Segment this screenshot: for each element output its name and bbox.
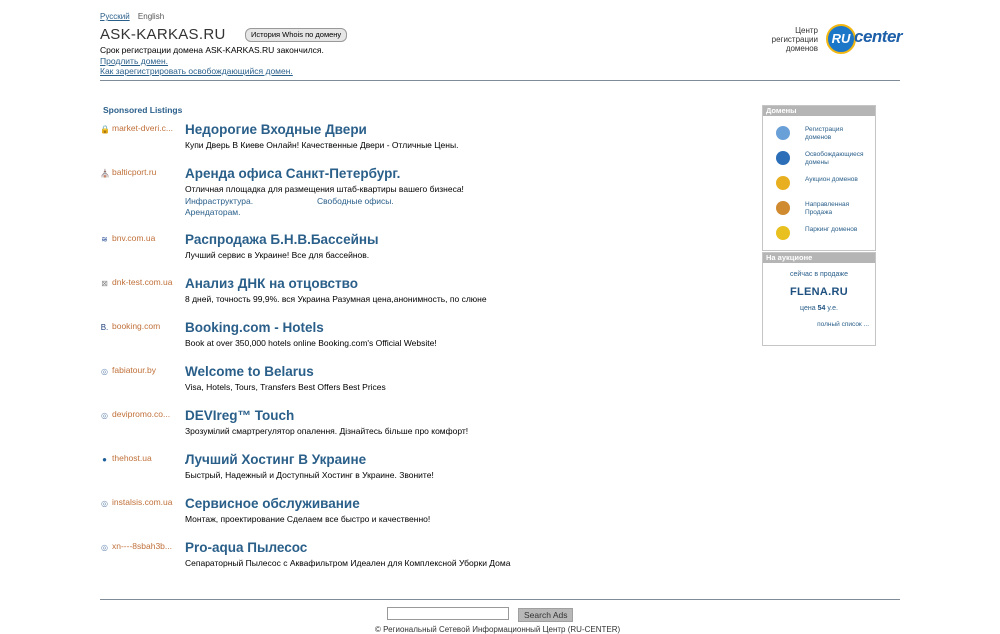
favicon-icon: B.	[100, 323, 109, 332]
listing-item: ≋ bnv.com.ua Распродажа Б.Н.В.Бассейны Лучш…	[100, 230, 700, 274]
listing-title-link[interactable]: Аренда офиса Санкт-Петербург.	[185, 166, 400, 181]
domains-box: Домены Регистрация доменов Освобождающиеся…	[762, 105, 876, 251]
listing-source[interactable]: ◎ devipromo.co...	[100, 409, 182, 420]
domains-menu-label: Аукцион доменов	[805, 176, 858, 183]
listing-title-link[interactable]: Анализ ДНК на отцовство	[185, 276, 358, 291]
domains-menu-item[interactable]: Освобождающиеся домены	[763, 145, 875, 170]
ru-center-logo[interactable]: Центр регистрации доменов RU center	[760, 22, 903, 60]
domains-box-title: Домены	[763, 106, 875, 116]
logo-caption: Центр регистрации доменов	[771, 26, 818, 53]
listing-title-link[interactable]: Welcome to Belarus	[185, 364, 314, 379]
renew-domain-link[interactable]: Продлить домен.	[100, 56, 168, 66]
register-globe-icon	[776, 126, 790, 140]
listing-description: Отличная площадка для размещения штаб-кв…	[185, 184, 464, 194]
listing-source[interactable]: ◎ xn----8sbah3b...	[100, 541, 182, 552]
domains-menu-label: Освобождающиеся домены	[805, 151, 864, 166]
listing-description: Быстрый, Надежный и Доступный Хостинг в …	[185, 470, 434, 480]
listing-item: ● thehost.ua Лучший Хостинг В Украине Быстр…	[100, 450, 700, 494]
listing-title-link[interactable]: Booking.com - Hotels	[185, 320, 324, 335]
listing-title-link[interactable]: Pro-aqua Пылесос	[185, 540, 307, 555]
listing-item: B. booking.com Booking.com - Hotels Book at…	[100, 318, 700, 362]
listing-source[interactable]: 🔒 market-dveri.c...	[100, 123, 182, 134]
listing-item: ⊠ dnk-test.com.ua Анализ ДНК на отцовство 8…	[100, 274, 700, 318]
listing-source[interactable]: ≋ bnv.com.ua	[100, 233, 182, 244]
listing-source[interactable]: ◎ fabiatour.by	[100, 365, 182, 376]
listing-source[interactable]: ◎ instalsis.com.ua	[100, 497, 182, 508]
listing-title-link[interactable]: Распродажа Б.Н.В.Бассейны	[185, 232, 379, 247]
favicon-icon: ◎	[101, 367, 108, 376]
domain-title: ASK-KARKAS.RU	[100, 26, 226, 43]
listing-item: ◎ fabiatour.by Welcome to Belarus Visa, Hot…	[100, 362, 700, 406]
direct-sale-icon	[776, 201, 790, 215]
lang-ru-link[interactable]: Русский	[100, 12, 130, 21]
auction-price-value: 54	[817, 305, 826, 312]
listing-item: ◎ xn----8sbah3b... Pro-aqua Пылесос Сепарат…	[100, 538, 700, 582]
listing-title-link[interactable]: DEVIreg™ Touch	[185, 408, 294, 423]
auction-coin-icon	[776, 176, 790, 190]
listing-description: Сепараторный Пылесос с Аквафильтром Идеа…	[185, 558, 511, 568]
parking-icon	[776, 226, 790, 240]
domains-menu-item[interactable]: Направленная Продажа	[763, 195, 875, 220]
listing-sublinks: Инфраструктура. Свободные офисы. Арендатор…	[185, 196, 394, 218]
lang-en-link[interactable]: English	[138, 12, 164, 21]
auction-price: цена 54 у.е.	[800, 305, 838, 312]
listing-source[interactable]: ⛪ balticport.ru	[100, 167, 182, 178]
language-switcher: Русский English	[100, 12, 170, 21]
favicon-icon: ⊠	[101, 279, 108, 288]
listing-description: Visa, Hotels, Tours, Transfers Best Offe…	[185, 382, 386, 392]
sublink[interactable]: Свободные офисы.	[317, 196, 394, 206]
favicon-icon: 🔒	[100, 125, 110, 134]
auction-now-label: сейчас в продаже	[790, 271, 848, 278]
page: Русский English ASK-KARKAS.RU История Wh…	[100, 0, 903, 634]
favicon-icon: ≋	[101, 235, 108, 244]
search-ads-input[interactable]	[387, 607, 509, 620]
ru-wings-icon	[776, 151, 790, 165]
listing-description: Book at over 350,000 hotels online Booki…	[185, 338, 437, 348]
listing-title-link[interactable]: Недорогие Входные Двери	[185, 122, 367, 137]
domains-menu-item[interactable]: Аукцион доменов	[763, 170, 875, 195]
sponsored-listings: 🔒 market-dveri.c... Недорогие Входные Двер…	[100, 120, 700, 582]
favicon-icon: ⛪	[100, 169, 110, 178]
domains-menu-item[interactable]: Паркинг доменов	[763, 220, 875, 245]
search-ads-button[interactable]: Search Ads	[518, 608, 574, 622]
listing-description: 8 дней, точность 99,9%. вся Украина Разу…	[185, 294, 487, 304]
listing-item: ⛪ balticport.ru Аренда офиса Санкт-Петербу…	[100, 164, 700, 230]
domains-menu-label: Направленная Продажа	[805, 201, 850, 216]
auction-box: На аукционе сейчас в продаже FLENA.RU це…	[762, 252, 876, 346]
domains-menu-item[interactable]: Регистрация доменов	[763, 120, 875, 145]
whois-history-button[interactable]: История Whois по домену	[245, 28, 348, 42]
listing-description: Зрозумілий смартрегулятор опалення. Дізн…	[185, 426, 469, 436]
auction-box-title: На аукционе	[763, 253, 875, 263]
listing-item: 🔒 market-dveri.c... Недорогие Входные Двер…	[100, 120, 700, 164]
listing-description: Монтаж, проектирование Сделаем все быстр…	[185, 514, 431, 524]
logo-word: center	[854, 27, 903, 46]
favicon-icon: ●	[102, 455, 107, 464]
favicon-icon: ◎	[101, 543, 108, 552]
sponsored-listings-title: Sponsored Listings	[103, 105, 183, 115]
listing-title-link[interactable]: Сервисное обслуживание	[185, 496, 360, 511]
listing-description: Купи Дверь В Киеве Онлайн! Качественные …	[185, 140, 459, 150]
expired-notice: Срок регистрации домена ASK-KARKAS.RU за…	[100, 45, 324, 55]
domains-menu-label: Регистрация доменов	[805, 126, 843, 141]
listing-source[interactable]: ● thehost.ua	[100, 453, 182, 464]
register-freed-domain-link[interactable]: Как зарегистрировать освобождающийся дом…	[100, 66, 293, 76]
copyright: © Региональный Сетевой Информационный Це…	[375, 625, 621, 634]
favicon-icon: ◎	[101, 499, 108, 508]
listing-source[interactable]: B. booking.com	[100, 321, 182, 332]
domains-menu-label: Паркинг доменов	[805, 226, 858, 233]
favicon-icon: ◎	[101, 411, 108, 420]
listing-description: Лучший сервис в Украине! Все для бассейн…	[185, 250, 370, 260]
bottom-divider	[100, 599, 900, 600]
full-list-link[interactable]: полный список ...	[763, 321, 875, 328]
listing-item: ◎ instalsis.com.ua Сервисное обслуживание М…	[100, 494, 700, 538]
listing-title-link[interactable]: Лучший Хостинг В Украине	[185, 452, 366, 467]
ru-badge-icon: RU	[826, 24, 856, 54]
auction-domain-link[interactable]: FLENA.RU	[763, 286, 875, 298]
sublink[interactable]: Инфраструктура.	[185, 196, 317, 206]
sublink[interactable]: Арендаторам.	[185, 207, 317, 217]
listing-source[interactable]: ⊠ dnk-test.com.ua	[100, 277, 182, 288]
top-divider	[100, 80, 900, 81]
listing-item: ◎ devipromo.co... DEVIreg™ Touch Зрозумілий…	[100, 406, 700, 450]
